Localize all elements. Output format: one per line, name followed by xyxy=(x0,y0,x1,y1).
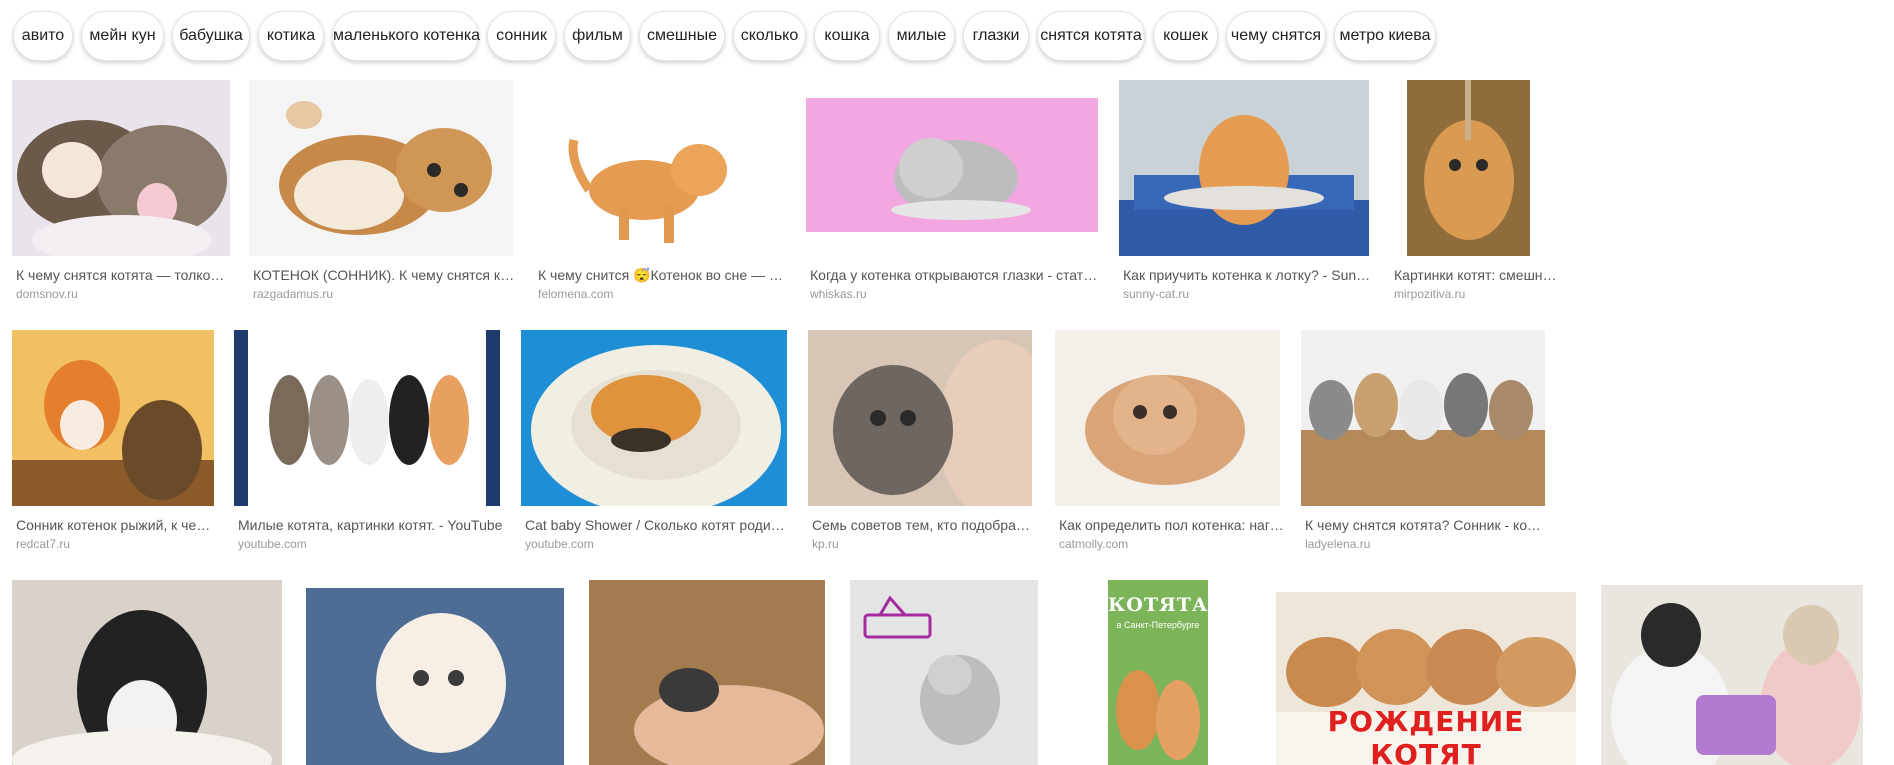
white-kitten-in-jeans-photo xyxy=(306,588,564,765)
result-caption[interactable]: Милые котята, картинки котят. - YouTube xyxy=(238,516,504,534)
chip-snyatsya-kotyata[interactable]: снятся котята xyxy=(1037,11,1145,61)
image-result[interactable] xyxy=(1601,585,1863,765)
image-result[interactable] xyxy=(12,580,282,765)
five-kittens-in-row-photo xyxy=(234,330,500,506)
chip-sonnik[interactable]: сонник xyxy=(487,11,556,61)
kittens-in-box-photo xyxy=(1301,330,1545,506)
result-source: redcat7.ru xyxy=(16,537,71,551)
kittens-book-cover-image: КОТЯТА в Санкт-Петербурге xyxy=(1108,580,1208,765)
result-source: sunny-cat.ru xyxy=(1123,287,1190,301)
result-caption[interactable]: Cat baby Shower / Сколько котят родила К… xyxy=(525,516,791,534)
chip-skolko[interactable]: сколько xyxy=(733,11,806,61)
image-result[interactable]: Как определить пол котенка: наглядно... … xyxy=(1055,330,1287,566)
result-source: kp.ru xyxy=(812,537,839,551)
chip-babushka[interactable]: бабушка xyxy=(172,11,250,61)
cats-vet-clinic-photo xyxy=(1601,585,1863,765)
chip-chemu-snyatsya[interactable]: чему снятся xyxy=(1226,11,1326,61)
playing-ginger-kittens-photo xyxy=(12,330,214,506)
image-result[interactable]: КОТЯТА в Санкт-Петербурге xyxy=(1063,580,1251,765)
result-source: mirpozitiva.ru xyxy=(1394,287,1466,301)
ginger-kitten-photo xyxy=(534,80,784,256)
image-result[interactable]: Сонник котенок рыжий, к чему сни... redc… xyxy=(12,330,222,566)
cat-with-newborns-in-bed-photo xyxy=(521,330,787,506)
result-source: domsnov.ru xyxy=(16,287,78,301)
chip-main-kun[interactable]: мейн кун xyxy=(81,11,164,61)
result-caption[interactable]: Сонник котенок рыжий, к чему сни... xyxy=(16,516,220,534)
result-caption[interactable]: Как приучить котенка к лотку? - SunRay xyxy=(1123,266,1373,284)
kittens-cuddling-photo xyxy=(12,80,230,256)
image-result[interactable]: Когда у котенка открываются глазки - ста… xyxy=(806,80,1104,316)
kitten-in-litter-box-photo xyxy=(1119,80,1369,256)
result-caption[interactable]: К чему снятся котята? Сонник - котята. С… xyxy=(1305,516,1545,534)
sleeping-grey-kitten-photo xyxy=(806,98,1098,232)
chip-milye[interactable]: милые xyxy=(888,11,955,61)
kitten-on-rope-photo xyxy=(1407,80,1530,256)
image-result[interactable]: Семь советов тем, кто подобрал котенка k… xyxy=(808,330,1040,566)
result-caption[interactable]: Картинки котят: смешные xyxy=(1394,266,1560,284)
newborn-kitten-in-hands-photo xyxy=(589,580,825,765)
image-result[interactable]: Как приучить котенка к лотку? - SunRay s… xyxy=(1119,80,1375,316)
result-source: felomena.com xyxy=(538,287,614,301)
image-result[interactable]: Cat baby Shower / Сколько котят родила К… xyxy=(521,330,793,566)
book-title: КОТЯТА xyxy=(1108,594,1208,616)
image-result[interactable] xyxy=(589,580,825,765)
kitten-with-litter-box-illustration xyxy=(850,580,1038,765)
banner-text: РОЖДЕНИЕ КОТЯТ xyxy=(1327,705,1525,765)
newborn-kittens-banner-image: РОЖДЕНИЕ КОТЯТ xyxy=(1276,592,1576,765)
chip-koshka[interactable]: кошка xyxy=(814,11,880,61)
book-subtitle: в Санкт-Петербурге xyxy=(1116,620,1200,630)
result-source: youtube.com xyxy=(238,537,307,551)
chip-malenkogo-kotenka[interactable]: маленького котенка xyxy=(332,11,480,61)
chip-avito[interactable]: авито xyxy=(13,11,73,61)
result-caption[interactable]: Семь советов тем, кто подобрал котенка xyxy=(812,516,1038,534)
result-caption[interactable]: К чему снится 😴Котенок во сне — по 90 со… xyxy=(538,266,786,284)
image-result[interactable]: КОТЕНОК (СОННИК). К чему снятся котята |… xyxy=(249,80,519,316)
image-result[interactable] xyxy=(306,588,564,765)
image-result[interactable]: РОЖДЕНИЕ КОТЯТ xyxy=(1276,592,1576,765)
result-caption[interactable]: КОТЕНОК (СОННИК). К чему снятся котята |… xyxy=(253,266,515,284)
result-source: razgadamus.ru xyxy=(253,287,334,301)
result-source: catmolly.com xyxy=(1059,537,1129,551)
chip-glazki[interactable]: глазки xyxy=(963,11,1029,61)
result-source: youtube.com xyxy=(525,537,594,551)
result-caption[interactable]: К чему снятся котята — толкование сна xyxy=(16,266,230,284)
black-white-kitten-photo xyxy=(12,580,282,765)
result-caption[interactable]: Как определить пол котенка: наглядно... xyxy=(1059,516,1285,534)
kitten-on-back-photo xyxy=(249,80,513,256)
kitten-on-shoulder-photo xyxy=(808,330,1032,506)
chip-kotika[interactable]: котика xyxy=(258,11,324,61)
result-caption[interactable]: Когда у котенка открываются глазки - ста… xyxy=(810,266,1100,284)
related-search-chips: авито мейн кун бабушка котика маленького… xyxy=(0,0,1894,76)
image-result[interactable]: К чему снятся котята — толкование сна do… xyxy=(12,80,234,316)
image-result[interactable]: Милые котята, картинки котят. - YouTube … xyxy=(234,330,506,566)
image-result[interactable]: К чему снится 😴Котенок во сне — по 90 со… xyxy=(534,80,790,316)
chip-metro-kieva[interactable]: метро киева xyxy=(1334,11,1436,61)
chip-film[interactable]: фильм xyxy=(564,11,631,61)
result-source: ladyelena.ru xyxy=(1305,537,1371,551)
image-result[interactable] xyxy=(850,580,1038,765)
image-result[interactable]: К чему снятся котята? Сонник - котята. С… xyxy=(1301,330,1551,566)
chip-smeshnye[interactable]: смешные xyxy=(639,11,725,61)
fluffy-kitten-photo xyxy=(1055,330,1280,506)
chip-koshek[interactable]: кошек xyxy=(1153,11,1218,61)
image-result[interactable]: Картинки котят: смешные mirpozitiva.ru xyxy=(1390,80,1560,316)
result-source: whiskas.ru xyxy=(810,287,867,301)
